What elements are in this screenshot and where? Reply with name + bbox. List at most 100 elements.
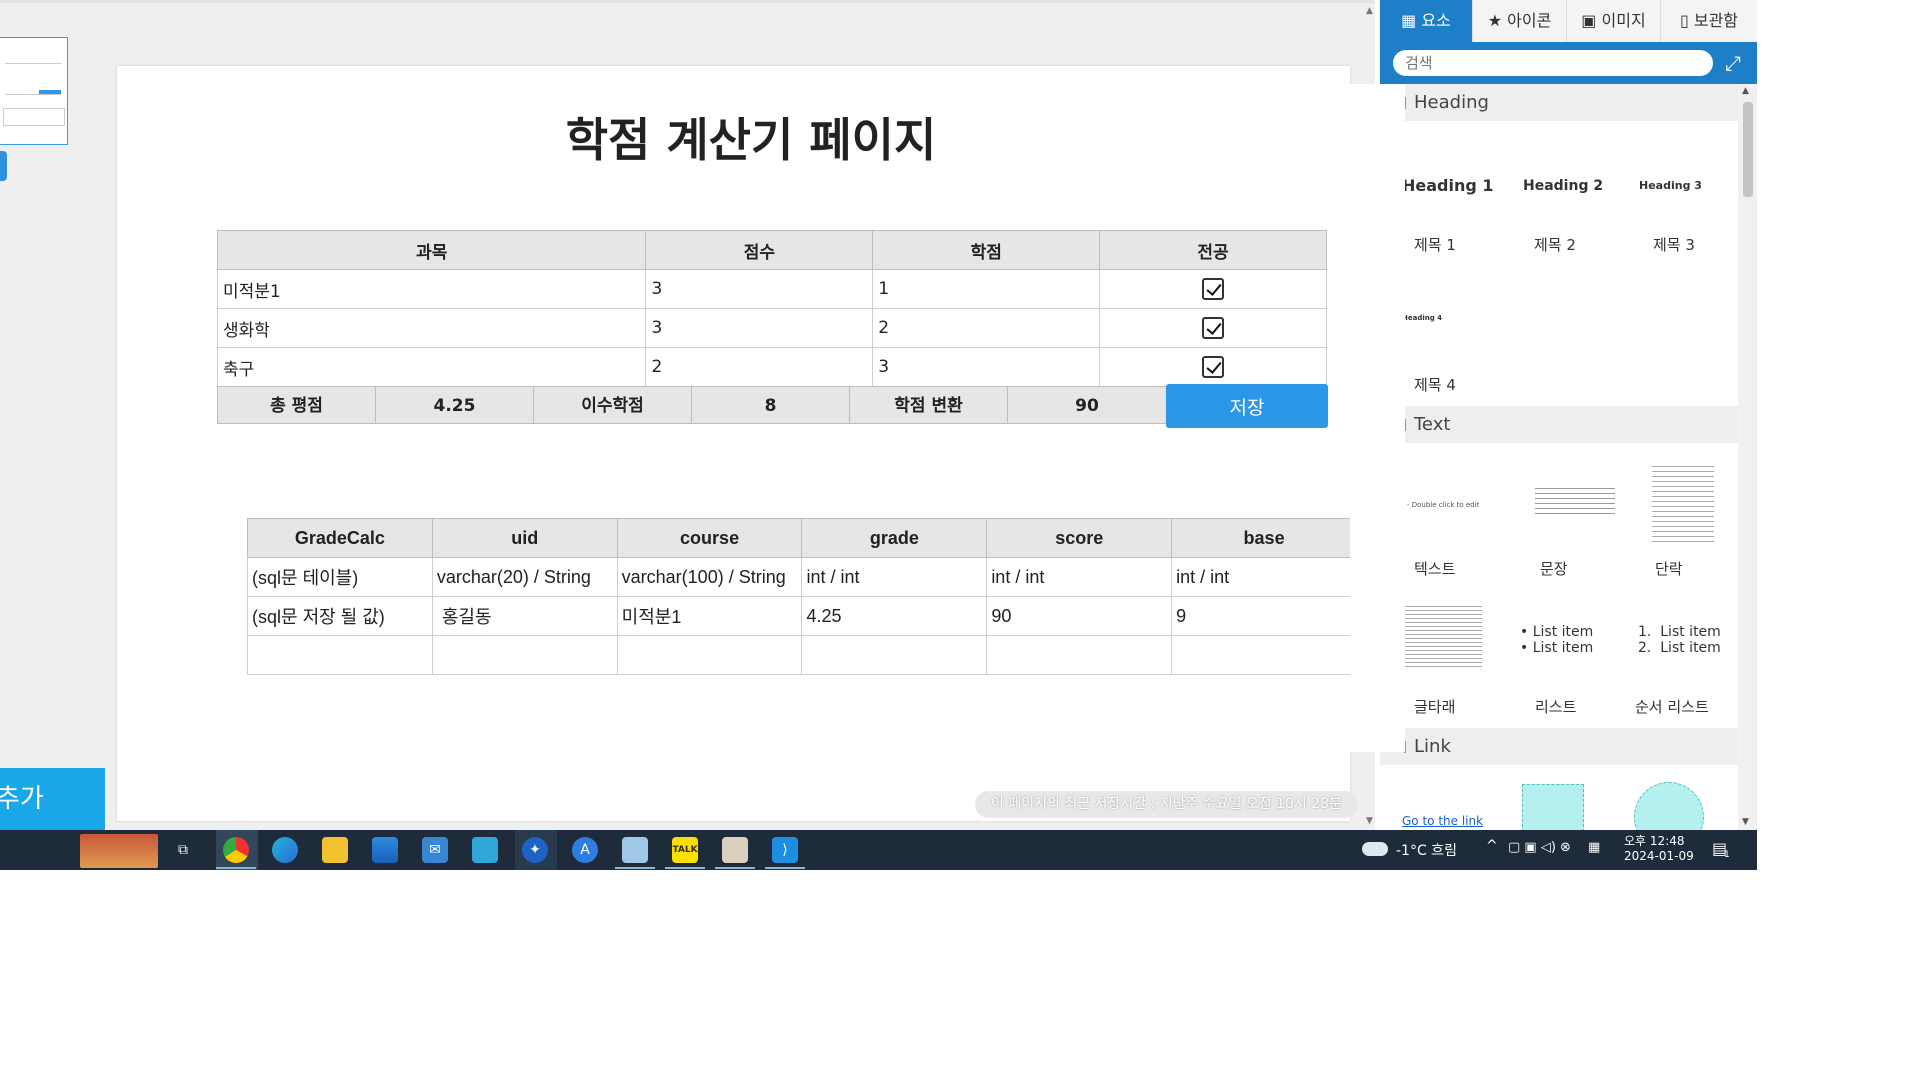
chrome-icon[interactable] bbox=[223, 837, 249, 863]
subject-cell[interactable]: 축구 bbox=[216, 347, 647, 387]
table-cell[interactable]: 미적분1 bbox=[616, 596, 803, 636]
box-link-preview[interactable] bbox=[1522, 784, 1584, 830]
pin-app-icon[interactable]: ✦ bbox=[522, 837, 548, 863]
score-cell[interactable]: 3 bbox=[645, 308, 874, 348]
kakaotalk-icon[interactable]: TALK bbox=[672, 837, 698, 863]
table-cell[interactable]: 4.25 bbox=[801, 596, 988, 636]
table-cell[interactable]: (sql문 테이블) bbox=[247, 557, 433, 597]
tray-chevron-icon[interactable]: ^ bbox=[1486, 838, 1498, 854]
table-cell[interactable] bbox=[801, 635, 988, 675]
page-thumbnail[interactable] bbox=[0, 37, 68, 145]
section-text[interactable]: Text bbox=[1380, 406, 1738, 443]
app-store-icon[interactable]: A bbox=[572, 837, 598, 863]
mail-icon[interactable]: ✉ bbox=[422, 837, 448, 863]
store-icon[interactable] bbox=[372, 837, 398, 863]
search-input[interactable] bbox=[1393, 50, 1713, 76]
sentence-preview[interactable] bbox=[1535, 488, 1615, 518]
widgets-icon[interactable] bbox=[80, 834, 158, 868]
add-page-button[interactable]: 추가 bbox=[0, 768, 105, 830]
grid-icon: ▦ bbox=[1401, 11, 1417, 30]
thumbnail-selected-indicator[interactable] bbox=[0, 151, 7, 181]
section-link[interactable]: Link bbox=[1380, 728, 1738, 765]
ime-icon[interactable]: ▦ bbox=[1588, 840, 1600, 855]
heading3-preview[interactable]: Heading 3 bbox=[1639, 179, 1702, 192]
table-cell[interactable]: int / int bbox=[986, 557, 1173, 597]
expand-icon[interactable]: ⤢ bbox=[1725, 51, 1741, 75]
bird-app-icon[interactable] bbox=[472, 837, 498, 863]
sql-table[interactable]: GradeCalc uid course grade score base (s… bbox=[247, 518, 1357, 675]
heading2-preview[interactable]: Heading 2 bbox=[1523, 178, 1603, 194]
clock-time[interactable]: 오후 12:48 bbox=[1624, 832, 1684, 849]
scroll-up-icon[interactable]: ▲ bbox=[1742, 86, 1749, 96]
save-button[interactable]: 저장 bbox=[1166, 384, 1328, 428]
major-checkbox[interactable] bbox=[1201, 356, 1224, 378]
thread-preview[interactable] bbox=[1402, 606, 1482, 670]
table-cell[interactable]: varchar(20) / String bbox=[431, 557, 618, 597]
subject-cell[interactable]: 미적분1 bbox=[216, 269, 647, 309]
major-checkbox[interactable] bbox=[1201, 317, 1224, 339]
scroll-down-icon[interactable]: ▼ bbox=[1742, 817, 1749, 827]
credit-cell[interactable]: 1 bbox=[872, 269, 1101, 309]
credit-cell[interactable]: 3 bbox=[872, 347, 1101, 387]
tab-elements[interactable]: ▦ 요소 bbox=[1380, 0, 1473, 42]
paint-app-icon[interactable] bbox=[722, 837, 748, 863]
paragraph-preview[interactable] bbox=[1652, 466, 1714, 544]
table-cell[interactable]: int / int bbox=[801, 557, 988, 597]
table-cell[interactable]: 90 bbox=[986, 596, 1173, 636]
table-row: (sql문 테이블) varchar(20) / String varchar(… bbox=[247, 557, 1357, 597]
table-cell[interactable]: 9 bbox=[1171, 596, 1357, 636]
score-cell[interactable]: 3 bbox=[645, 269, 874, 309]
table-cell[interactable]: int / int bbox=[1171, 557, 1357, 597]
scroll-down-icon[interactable]: ▼ bbox=[1366, 816, 1373, 826]
heading4-preview[interactable]: Heading 4 bbox=[1402, 314, 1442, 322]
link-preview[interactable]: Go to the link bbox=[1402, 814, 1483, 828]
thumbnail-save-preview bbox=[39, 90, 61, 94]
scroll-up-icon[interactable]: ▲ bbox=[1366, 6, 1373, 16]
file-explorer-icon[interactable] bbox=[322, 837, 348, 863]
tab-icons[interactable]: ★ 아이콘 bbox=[1473, 0, 1567, 42]
text-preview[interactable]: t - Double click to edit bbox=[1402, 501, 1479, 509]
table-cell[interactable] bbox=[431, 635, 618, 675]
subject-cell[interactable]: 생화학 bbox=[216, 308, 647, 348]
header-subject: 과목 bbox=[216, 230, 647, 270]
section-link-label: Link bbox=[1414, 736, 1451, 757]
header-score: 점수 bbox=[645, 230, 874, 270]
score-cell[interactable]: 2 bbox=[645, 347, 874, 387]
ordered-list-preview[interactable]: 1. List item 2. List item bbox=[1638, 624, 1721, 656]
table-cell[interactable]: (sql문 저장 될 값) bbox=[247, 596, 433, 636]
windows-taskbar: ⧉ ✉ ✦ A TALK ⟩ -1°C 흐림 ^ ▢ ▣ ◁) ⊗ ▦ 오후 1… bbox=[0, 830, 1757, 870]
task-view-icon[interactable]: ⧉ bbox=[170, 837, 196, 863]
heading1-preview[interactable]: Heading 1 bbox=[1402, 176, 1494, 195]
bookmark-icon: ▯ bbox=[1679, 11, 1689, 30]
notes-app-icon[interactable] bbox=[622, 837, 648, 863]
edge-icon[interactable] bbox=[272, 837, 298, 863]
tray-system-icons[interactable]: ▢ ▣ ◁) ⊗ bbox=[1508, 840, 1571, 855]
circle-link-preview[interactable] bbox=[1634, 782, 1704, 830]
cloud-weather-icon[interactable] bbox=[1362, 842, 1388, 856]
running-app-indicator bbox=[665, 867, 705, 869]
table-cell[interactable] bbox=[247, 635, 433, 675]
page-canvas[interactable]: 학점 계산기 페이지 과목 점수 학점 전공 미적분1 3 1 생화학 3 2 bbox=[117, 66, 1357, 821]
table-cell[interactable]: varchar(100) / String bbox=[616, 557, 803, 597]
active-app-indicator bbox=[216, 867, 256, 869]
weather-text[interactable]: -1°C 흐림 bbox=[1396, 840, 1457, 860]
tab-label: 아이콘 bbox=[1507, 11, 1552, 30]
table-cell[interactable] bbox=[1171, 635, 1357, 675]
credit-cell[interactable]: 2 bbox=[872, 308, 1101, 348]
table-cell[interactable] bbox=[986, 635, 1173, 675]
major-cell bbox=[1099, 269, 1327, 309]
panel-scroll-thumb[interactable] bbox=[1743, 102, 1753, 197]
table-row bbox=[247, 635, 1357, 675]
tab-storage[interactable]: ▯ 보관함 bbox=[1661, 0, 1757, 42]
section-heading[interactable]: Heading bbox=[1380, 84, 1738, 121]
vscode-icon[interactable]: ⟩ bbox=[772, 837, 798, 863]
total-gpa-label: 총 평점 bbox=[217, 386, 376, 424]
page-title[interactable]: 학점 계산기 페이지 bbox=[117, 104, 1385, 170]
table-cell[interactable] bbox=[616, 635, 803, 675]
clock-date[interactable]: 2024-01-09 bbox=[1624, 849, 1694, 863]
grade-table[interactable]: 과목 점수 학점 전공 미적분1 3 1 생화학 3 2 축구 2 3 bbox=[216, 230, 1327, 387]
table-cell[interactable]: 홍길동 bbox=[431, 596, 618, 636]
unordered-list-preview[interactable]: • List item • List item bbox=[1520, 624, 1593, 656]
major-checkbox[interactable] bbox=[1201, 278, 1224, 300]
tab-images[interactable]: ▣ 이미지 bbox=[1567, 0, 1661, 42]
